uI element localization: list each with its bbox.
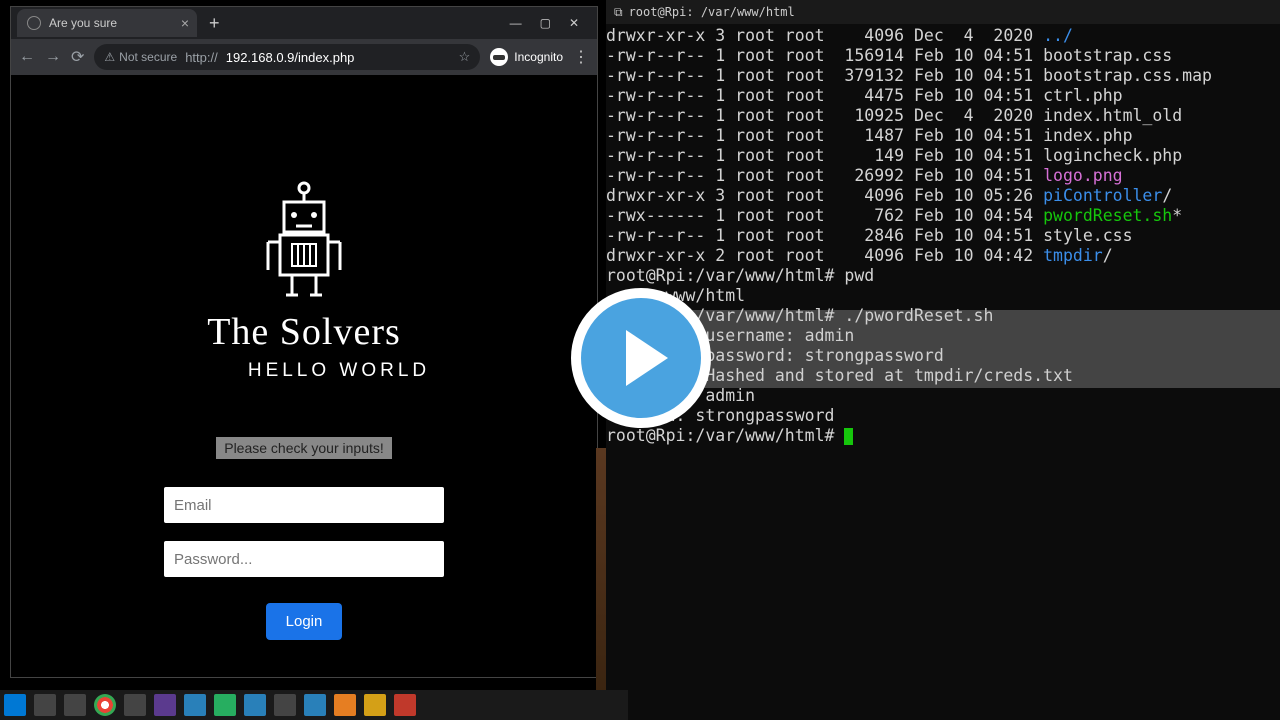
browser-tab[interactable]: Are you sure × xyxy=(17,9,197,37)
address-bar[interactable]: ⚠ Not secure http:// 192.168.0.9/index.ph… xyxy=(94,44,480,70)
vscode-icon[interactable] xyxy=(304,694,326,716)
close-icon[interactable]: × xyxy=(181,15,189,31)
reload-icon[interactable]: ⟳ xyxy=(71,47,84,67)
url-text: 192.168.0.9/index.php xyxy=(226,50,355,65)
login-form: Login xyxy=(164,487,444,640)
app-icon-6[interactable] xyxy=(364,694,386,716)
app-icon-4[interactable] xyxy=(274,694,296,716)
password-field[interactable] xyxy=(164,541,444,577)
back-icon[interactable]: ← xyxy=(19,48,35,66)
settings-icon[interactable] xyxy=(124,694,146,716)
app-icon-2[interactable] xyxy=(184,694,206,716)
new-tab-button[interactable]: + xyxy=(209,13,220,34)
app-icon-3[interactable] xyxy=(214,694,236,716)
tab-favicon-icon xyxy=(27,16,41,30)
close-window-icon[interactable]: ✕ xyxy=(569,16,579,30)
taskbar xyxy=(0,690,628,720)
file-explorer-icon[interactable] xyxy=(64,694,86,716)
task-view-icon[interactable] xyxy=(34,694,56,716)
error-message: Please check your inputs! xyxy=(216,437,392,459)
email-field[interactable] xyxy=(164,487,444,523)
window-controls: — ▢ ✕ xyxy=(510,16,591,30)
bookmark-icon[interactable]: ☆ xyxy=(459,49,471,65)
browser-window: Are you sure × + — ▢ ✕ ← → ⟳ ⚠ Not secur… xyxy=(10,6,598,678)
chrome-icon[interactable] xyxy=(94,694,116,716)
hello-world: HELLO WORLD xyxy=(248,360,430,382)
terminal-title: root@Rpi: /var/www/html xyxy=(629,5,795,19)
brand-title: The Solvers xyxy=(207,310,401,354)
robot-logo-icon xyxy=(254,180,354,300)
maximize-icon[interactable]: ▢ xyxy=(540,16,551,30)
app-icon-1[interactable] xyxy=(154,694,176,716)
not-secure-label: Not secure xyxy=(119,50,177,64)
incognito-icon xyxy=(490,48,508,66)
forward-icon[interactable]: → xyxy=(45,48,61,66)
terminal-titlebar: ⧉ root@Rpi: /var/www/html xyxy=(606,0,1280,24)
minimize-icon[interactable]: — xyxy=(510,16,522,30)
page-content: The Solvers HELLO WORLD Please check you… xyxy=(11,75,597,677)
tab-bar: Are you sure × + — ▢ ✕ xyxy=(11,7,597,39)
terminal-icon: ⧉ xyxy=(614,5,623,20)
login-button[interactable]: Login xyxy=(266,603,343,640)
menu-icon[interactable]: ⋮ xyxy=(573,47,589,67)
app-icon-5[interactable] xyxy=(334,694,356,716)
tab-title: Are you sure xyxy=(49,16,117,30)
play-icon xyxy=(626,330,668,386)
app-icon-7[interactable] xyxy=(394,694,416,716)
terminal-content[interactable]: drwxr-xr-x 3 root root 4096 Dec 4 2020 .… xyxy=(606,24,1280,448)
incognito-label: Incognito xyxy=(514,50,563,64)
warning-icon: ⚠ xyxy=(104,50,115,64)
start-button[interactable] xyxy=(4,694,26,716)
not-secure-badge: ⚠ Not secure xyxy=(104,50,177,64)
edge-icon[interactable] xyxy=(244,694,266,716)
play-button[interactable] xyxy=(571,288,711,428)
url-prefix: http:// xyxy=(185,50,218,65)
incognito-badge: Incognito xyxy=(490,48,563,66)
browser-toolbar: ← → ⟳ ⚠ Not secure http:// 192.168.0.9/in… xyxy=(11,39,597,75)
